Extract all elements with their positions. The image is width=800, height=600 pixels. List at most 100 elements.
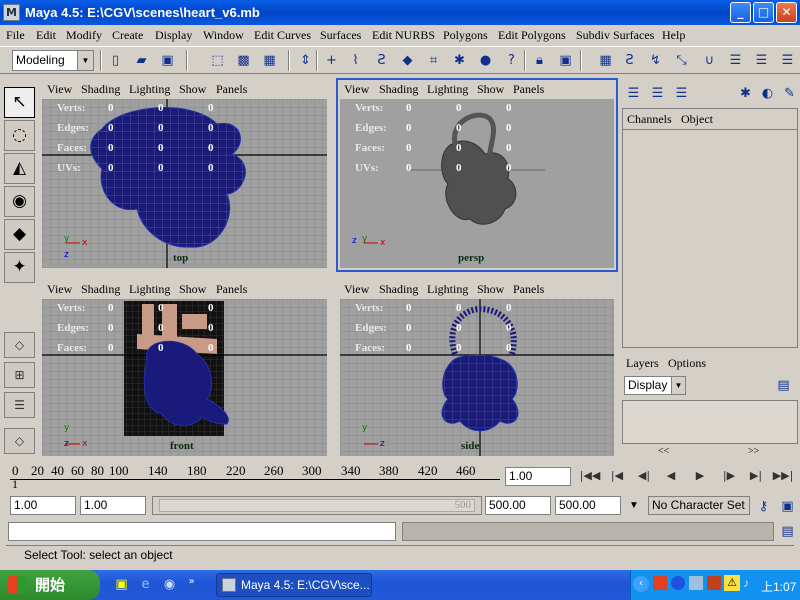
outliner-layout-icon[interactable]: ☰ <box>4 392 35 418</box>
layers-prev-button[interactable]: << <box>658 446 669 457</box>
current-frame-field[interactable]: 1.00 <box>505 467 571 486</box>
layer-list[interactable] <box>622 400 798 444</box>
make-live-icon[interactable]: ⌗ <box>424 51 443 70</box>
rotate-tool-icon[interactable]: ◉ <box>4 186 35 217</box>
playback-start-field[interactable]: 1.00 <box>80 496 146 515</box>
object-menu[interactable]: Object <box>681 112 713 127</box>
menu-edit-curves[interactable]: Edit Curves <box>254 28 311 43</box>
step-forward-frame-icon[interactable]: |▶ <box>717 465 741 487</box>
quicklaunch-ie-icon[interactable]: e <box>136 575 155 594</box>
two-pane-layout-icon[interactable]: ◇ <box>4 428 35 454</box>
tray-app-icon[interactable] <box>689 576 703 590</box>
vp-menu-view[interactable]: View <box>47 282 72 297</box>
both-panels-toggle-icon[interactable]: ☰ <box>672 84 691 103</box>
menu-window[interactable]: Window <box>203 28 244 43</box>
taskbar-maya-button[interactable]: Maya 4.5: E:\CGV\sce... <box>216 573 372 597</box>
menu-subdiv-surfaces[interactable]: Subdiv Surfaces <box>576 28 654 43</box>
volume-icon[interactable]: ♪ <box>743 576 757 590</box>
menu-edit[interactable]: Edit <box>36 28 56 43</box>
select-component-icon[interactable]: ▦ <box>260 51 279 70</box>
maya-app-icon[interactable]: M <box>3 4 20 21</box>
animation-preferences-icon[interactable]: ▣ <box>778 497 797 516</box>
play-forwards-icon[interactable]: ▶ <box>688 465 712 487</box>
go-to-start-icon[interactable]: |◀◀ <box>578 465 602 487</box>
vp-menu-panels[interactable]: Panels <box>216 282 247 297</box>
menu-surfaces[interactable]: Surfaces <box>320 28 361 43</box>
layers-next-button[interactable]: >> <box>748 446 759 457</box>
snap-curve-icon[interactable]: ⌇ <box>346 51 365 70</box>
select-hierarchy-icon[interactable]: ⬚ <box>208 51 227 70</box>
snap-point-icon[interactable]: Ƨ <box>372 51 391 70</box>
magnet-icon[interactable]: ∪ <box>700 51 719 70</box>
create-layer-icon[interactable]: ▤ <box>774 376 793 395</box>
close-button[interactable]: ✕ <box>776 2 797 23</box>
playback-end-field[interactable]: 500.00 <box>485 496 551 515</box>
warning-icon[interactable]: ⚠ <box>724 575 740 591</box>
vp-menu-show[interactable]: Show <box>477 82 504 97</box>
hypergraph-icon[interactable]: ↯ <box>646 51 665 70</box>
tray-expand-icon[interactable]: ‹ <box>633 576 649 592</box>
channels-menu[interactable]: Channels <box>627 112 672 127</box>
animation-end-field[interactable]: 500.00 <box>555 496 621 515</box>
lasso-tool-icon[interactable]: ◌ <box>4 120 35 151</box>
vp-menu-shading[interactable]: Shading <box>81 282 120 297</box>
select-object-icon[interactable]: ▩ <box>234 51 253 70</box>
quicklaunch-more-icon[interactable]: » <box>182 572 201 591</box>
channel-box-toggle-icon[interactable]: ☰ <box>624 84 643 103</box>
tray-app-icon[interactable] <box>707 576 721 590</box>
vp-menu-panels[interactable]: Panels <box>216 82 247 97</box>
material-sphere-icon[interactable]: ◐ <box>758 84 777 103</box>
vp-menu-shading[interactable]: Shading <box>379 282 418 297</box>
vp-menu-lighting[interactable]: Lighting <box>427 282 468 297</box>
auto-key-icon[interactable]: ⚷ <box>754 497 773 516</box>
vp-menu-show[interactable]: Show <box>477 282 504 297</box>
history-icon[interactable]: ▣ <box>556 51 575 70</box>
step-forward-key-icon[interactable]: ▶| <box>744 465 768 487</box>
script-editor-icon[interactable]: ▤ <box>778 522 797 541</box>
vp-menu-show[interactable]: Show <box>179 282 206 297</box>
layer-editor-toggle-icon[interactable]: ☰ <box>648 84 667 103</box>
viewport-canvas[interactable]: y z Verts: Edges: Faces: 0 0 0 0 0 0 0 0… <box>340 299 614 456</box>
snap-together-icon[interactable]: ⤡ <box>672 51 691 70</box>
vp-menu-view[interactable]: View <box>344 82 369 97</box>
create-node-icon[interactable]: ✱ <box>736 84 755 103</box>
step-back-frame-icon[interactable]: ◀| <box>632 465 656 487</box>
quicklaunch-desktop-icon[interactable]: ▣ <box>112 575 131 594</box>
manipulator-tool-icon[interactable]: ✦ <box>4 252 35 283</box>
character-set-field[interactable]: No Character Set <box>648 496 750 515</box>
menu-help[interactable]: Help <box>662 28 685 43</box>
snap-view-plane-icon[interactable]: ◆ <box>398 51 417 70</box>
menu-modify[interactable]: Modify <box>66 28 102 43</box>
menu-edit-polygons[interactable]: Edit Polygons <box>498 28 566 43</box>
start-button[interactable]: 開始 <box>0 570 100 600</box>
step-back-key-icon[interactable]: |◀ <box>605 465 629 487</box>
viewport-canvas[interactable]: y x z Verts: Edges: Faces: UVs: 0 0 0 0 … <box>42 99 327 268</box>
vp-menu-panels[interactable]: Panels <box>513 282 544 297</box>
vp-menu-lighting[interactable]: Lighting <box>129 82 170 97</box>
vp-menu-view[interactable]: View <box>344 282 369 297</box>
options-menu[interactable]: Options <box>668 356 706 371</box>
viewport-side[interactable]: View Shading Lighting Show Panels y z Ve… <box>338 280 616 458</box>
lock-icon[interactable]: 🔒︎ <box>530 51 549 70</box>
command-line-input[interactable] <box>8 522 396 541</box>
help-icon[interactable]: ? <box>502 51 521 70</box>
vp-menu-shading[interactable]: Shading <box>379 82 418 97</box>
menu-edit-nurbs[interactable]: Edit NURBS <box>372 28 435 43</box>
viewport-canvas[interactable]: y x z Verts: Edges: Faces: UVs: 0 0 0 0 … <box>340 99 614 268</box>
scale-tool-icon[interactable]: ◆ <box>4 219 35 250</box>
viewport-top[interactable]: View Shading Lighting Show Panels y x z … <box>40 80 329 270</box>
maximize-button[interactable]: □ <box>753 2 774 23</box>
menu-set-dropdown[interactable]: Modeling ▼ <box>12 50 94 71</box>
attribute-editor-icon[interactable]: ☰ <box>726 51 745 70</box>
vp-menu-show[interactable]: Show <box>179 82 206 97</box>
animation-start-field[interactable]: 1.00 <box>10 496 76 515</box>
menu-create[interactable]: Create <box>112 28 143 43</box>
tray-app-icon[interactable] <box>653 576 667 590</box>
chevron-down-icon[interactable]: ▼ <box>623 497 645 515</box>
hypershade-icon[interactable]: Ƨ <box>620 51 639 70</box>
menu-file[interactable]: File <box>6 28 25 43</box>
viewport-persp[interactable]: View Shading Lighting Show Panels y x z … <box>336 78 618 272</box>
move-tool-icon[interactable]: ◭ <box>4 153 35 184</box>
go-to-end-icon[interactable]: ▶▶| <box>771 465 795 487</box>
tray-app-icon[interactable] <box>671 576 685 590</box>
